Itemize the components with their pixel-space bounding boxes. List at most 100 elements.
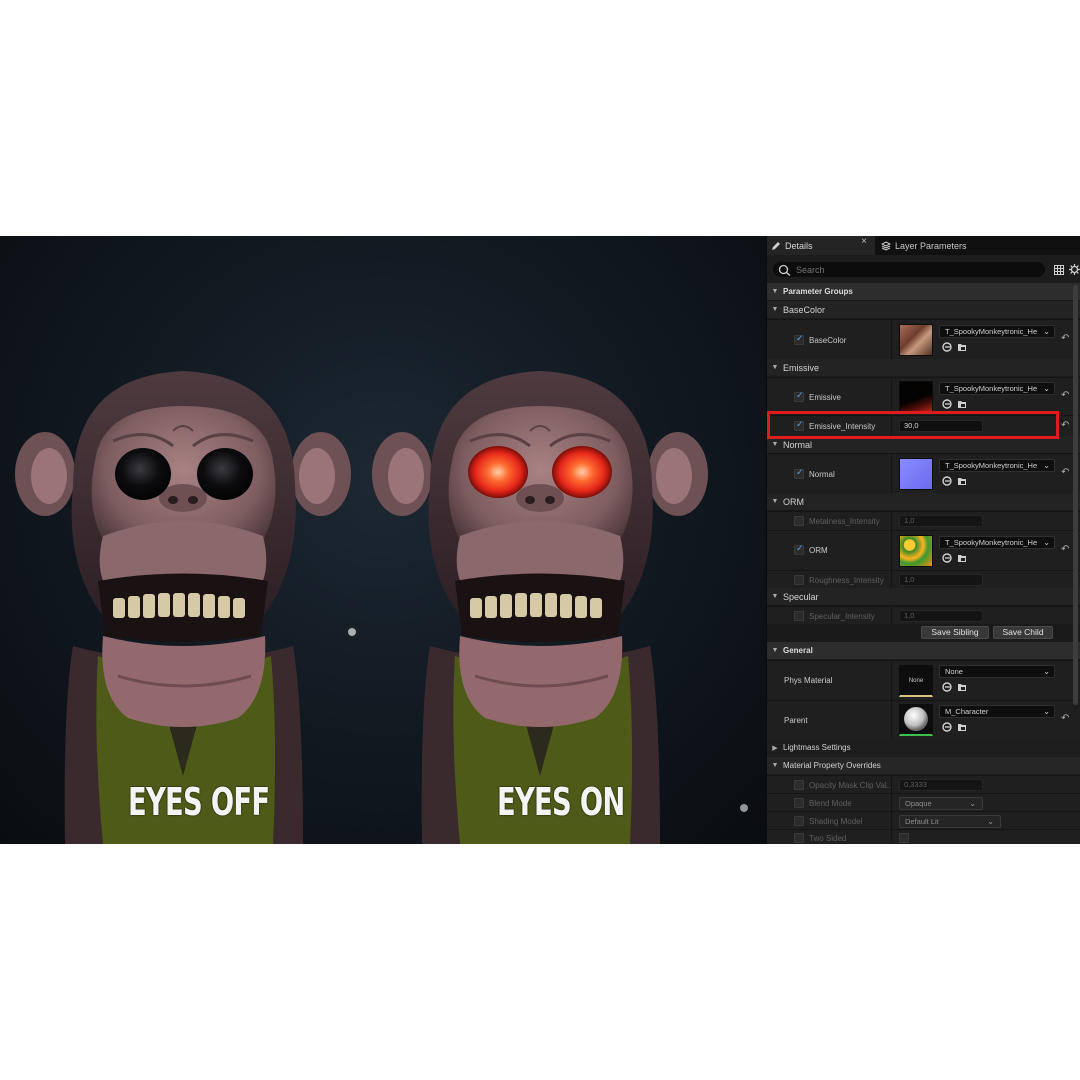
reset-arrow-icon[interactable]: ↶: [1061, 713, 1069, 724]
param-label-normal: Normal: [809, 470, 835, 479]
param-label-parent: Parent: [784, 716, 808, 725]
tab-layer-parameters-label: Layer Parameters: [895, 240, 967, 251]
param-label-phys-material: Phys Material: [784, 676, 833, 685]
orm-checkbox[interactable]: [794, 543, 804, 555]
search-input[interactable]: [794, 263, 1038, 276]
param-row-roughness: Roughness_Intensity 1,0: [767, 570, 1080, 589]
collapse-arrow-icon: ▼: [771, 498, 779, 505]
tab-bar: Details × Layer Parameters: [767, 236, 1080, 255]
group-basecolor[interactable]: ▼ BaseColor: [767, 301, 1080, 318]
reset-arrow-icon[interactable]: ↶: [1061, 467, 1069, 478]
group-emissive[interactable]: ▼ Emissive: [767, 359, 1080, 376]
param-row-blend-mode: Blend Mode Opaque ⌄: [767, 793, 1080, 811]
emissive-checkbox[interactable]: [794, 390, 804, 402]
param-label-blend-mode: Blend Mode: [809, 799, 852, 808]
screenshot-frame: EYES OFF EYES ON Details × Layer Paramet…: [0, 236, 1080, 844]
param-label-emissive: Emissive: [809, 393, 842, 402]
grid-icon[interactable]: [1054, 265, 1064, 275]
panel-scrollbar[interactable]: [1073, 285, 1078, 705]
group-orm[interactable]: ▼ ORM: [767, 493, 1080, 510]
use-selected-icon[interactable]: [942, 553, 952, 563]
use-selected-icon[interactable]: [942, 476, 952, 486]
basecolor-texture-thumbnail[interactable]: [899, 324, 933, 356]
two-sided-checkbox[interactable]: [794, 833, 804, 843]
param-label-two-sided: Two Sided: [809, 834, 847, 843]
collapse-arrow-icon: ▼: [771, 364, 779, 371]
category-parameter-groups[interactable]: ▼ Parameter Groups: [767, 283, 1080, 300]
browse-folder-icon[interactable]: [957, 342, 967, 352]
tab-layer-parameters[interactable]: Layer Parameters: [875, 236, 985, 255]
browse-folder-icon[interactable]: [957, 476, 967, 486]
browse-folder-icon[interactable]: [957, 722, 967, 732]
group-label: Material Property Overrides: [783, 761, 881, 770]
save-buttons-row: Save Sibling Save Child: [767, 624, 1080, 642]
phys-material-select[interactable]: None ⌄: [939, 665, 1055, 678]
opacity-mask-input[interactable]: 0,3333: [899, 779, 983, 791]
two-sided-value-checkbox[interactable]: [899, 833, 909, 843]
use-selected-icon[interactable]: [942, 682, 952, 692]
param-row-specular: Specular_Intensity 1,0: [767, 606, 1080, 624]
search-box[interactable]: [773, 262, 1045, 277]
roughness-input[interactable]: 1,0: [899, 574, 983, 586]
caption-eyes-off: EYES OFF: [128, 780, 270, 824]
normal-checkbox[interactable]: [794, 467, 804, 479]
param-row-parent: Parent M_Character ⌄ ↶: [767, 700, 1080, 740]
param-row-opacity-mask: Opacity Mask Clip Val.. 0,3333: [767, 775, 1080, 793]
specular-checkbox[interactable]: [794, 611, 804, 621]
param-label-opacity-mask: Opacity Mask Clip Val..: [809, 781, 892, 790]
gear-icon[interactable]: [1069, 264, 1080, 275]
tab-details[interactable]: Details ×: [767, 236, 875, 255]
reset-arrow-icon[interactable]: ↶: [1061, 390, 1069, 401]
blend-mode-checkbox[interactable]: [794, 798, 804, 808]
normal-texture-thumbnail[interactable]: [899, 458, 933, 490]
emissive-texture-thumbnail[interactable]: [899, 381, 933, 413]
collapse-arrow-icon: ▼: [771, 593, 779, 600]
caption-eyes-on: EYES ON: [497, 780, 625, 824]
category-general[interactable]: ▼ General: [767, 642, 1080, 659]
metalness-checkbox[interactable]: [794, 516, 804, 526]
shading-model-select[interactable]: Default Lit ⌄: [899, 815, 1001, 828]
metalness-input[interactable]: 1,0: [899, 515, 983, 527]
save-child-button[interactable]: Save Child: [993, 626, 1053, 639]
browse-folder-icon[interactable]: [957, 399, 967, 409]
browse-folder-icon[interactable]: [957, 553, 967, 563]
orm-texture-thumbnail[interactable]: [899, 535, 933, 567]
normal-texture-select[interactable]: T_SpookyMonkeytronic_He ⌄: [939, 459, 1055, 472]
eye-off-left: [115, 448, 171, 500]
blend-mode-select[interactable]: Opaque ⌄: [899, 797, 983, 810]
roughness-checkbox[interactable]: [794, 575, 804, 585]
param-row-normal: Normal T_SpookyMonkeytronic_He⌄ ↶: [767, 453, 1080, 493]
parent-material-thumbnail[interactable]: [899, 704, 933, 736]
param-row-emissive: Emissive T_SpookyMonkeytronic_He⌄ ↶: [767, 377, 1080, 415]
browse-folder-icon[interactable]: [957, 682, 967, 692]
opacity-mask-checkbox[interactable]: [794, 780, 804, 790]
group-label: Normal: [783, 439, 813, 450]
close-icon[interactable]: ×: [861, 236, 867, 247]
orm-texture-select[interactable]: T_SpookyMonkeytronic_He ⌄: [939, 536, 1055, 549]
reset-arrow-icon[interactable]: ↶: [1061, 420, 1069, 431]
reset-arrow-icon[interactable]: ↶: [1061, 544, 1069, 555]
use-selected-icon[interactable]: [942, 722, 952, 732]
reset-arrow-icon[interactable]: ↶: [1061, 333, 1069, 344]
basecolor-checkbox[interactable]: [794, 333, 804, 345]
group-material-property-overrides[interactable]: ▼ Material Property Overrides: [767, 757, 1080, 774]
search-row: [767, 255, 1080, 285]
specular-input[interactable]: 1,0: [899, 610, 983, 622]
phys-material-thumbnail[interactable]: None: [899, 665, 933, 697]
use-selected-icon[interactable]: [942, 342, 952, 352]
use-selected-icon[interactable]: [942, 399, 952, 409]
save-sibling-button[interactable]: Save Sibling: [921, 626, 989, 639]
collapse-arrow-icon: ▼: [771, 441, 779, 448]
eye-glow-left: [468, 446, 528, 498]
group-lightmass-settings[interactable]: ▶ Lightmass Settings: [767, 739, 1080, 756]
param-row-shading-model: Shading Model Default Lit ⌄: [767, 811, 1080, 829]
emissive-texture-select[interactable]: T_SpookyMonkeytronic_He ⌄: [939, 382, 1055, 395]
monkey-eyes-on: [370, 369, 710, 844]
param-row-metalness: Metalness_Intensity 1,0: [767, 511, 1080, 530]
shading-model-checkbox[interactable]: [794, 816, 804, 826]
group-specular[interactable]: ▼ Specular: [767, 588, 1080, 605]
basecolor-texture-select[interactable]: T_SpookyMonkeytronic_He ⌄: [939, 325, 1055, 338]
parent-material-select[interactable]: M_Character ⌄: [939, 705, 1055, 718]
monkey-renders: [13, 369, 748, 844]
collapse-arrow-icon: ▼: [771, 306, 779, 313]
